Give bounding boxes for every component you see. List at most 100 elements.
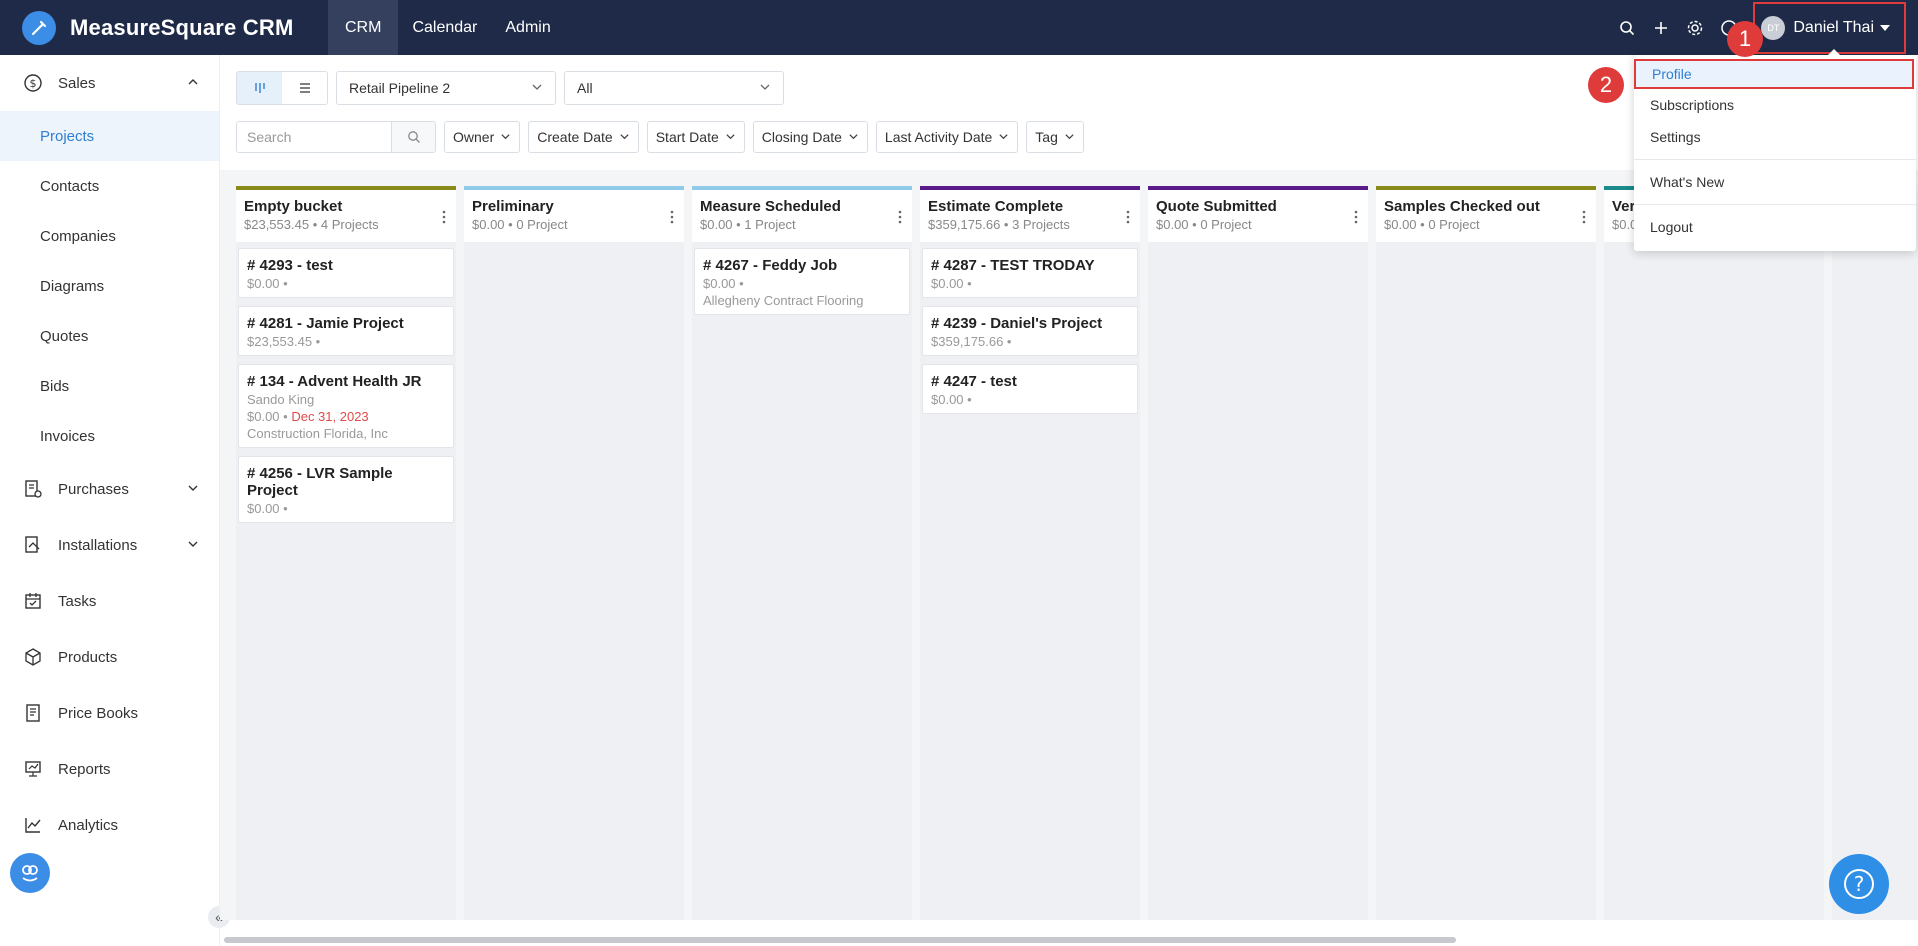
card-company: Construction Florida, Inc (247, 426, 388, 441)
sidebar-item-projects[interactable]: Projects (0, 111, 219, 161)
project-card[interactable]: # 134 - Advent Health JR Sando King $0.0… (238, 364, 454, 448)
sidebar-item-price-books[interactable]: Price Books (0, 685, 219, 741)
column-header[interactable]: Quote Submitted $0.00 • 0 Project (1148, 186, 1368, 242)
svg-text:?: ? (1854, 872, 1865, 896)
filter-closing-date[interactable]: Closing Date (752, 121, 868, 153)
chevron-down-icon (759, 80, 771, 96)
pipeline-select[interactable]: Retail Pipeline 2 (336, 71, 556, 105)
search-icon[interactable] (1617, 18, 1637, 38)
purchase-icon (22, 478, 44, 500)
sidebar-group-installations[interactable]: Installations (0, 517, 219, 573)
search-box (236, 121, 436, 153)
sidebar-item-bids[interactable]: Bids (0, 361, 219, 411)
more-vertical-icon[interactable] (670, 210, 674, 229)
filter-create-date[interactable]: Create Date (528, 121, 639, 153)
document-icon (22, 702, 44, 724)
column-quote-submitted: Quote Submitted $0.00 • 0 Project (1148, 186, 1368, 920)
filter-tag[interactable]: Tag (1026, 121, 1084, 153)
user-dropdown-menu: Profile Subscriptions Settings What's Ne… (1634, 49, 1916, 251)
filter-last-activity-date[interactable]: Last Activity Date (875, 121, 1019, 153)
project-card[interactable]: # 4287 - TEST TRODAY $0.00 • (922, 248, 1138, 298)
more-vertical-icon[interactable] (1126, 210, 1130, 229)
menu-item-settings[interactable]: Settings (1634, 121, 1916, 153)
kanban-board: Empty bucket $23,553.45 • 4 Projects # 4… (220, 170, 1918, 920)
more-vertical-icon[interactable] (442, 210, 446, 229)
filter-start-date[interactable]: Start Date (646, 121, 745, 153)
assistant-bot-icon[interactable] (10, 853, 50, 893)
card-date: Dec 31, 2023 (291, 409, 369, 424)
nav-admin[interactable]: Admin (491, 0, 564, 55)
column-header[interactable]: Samples Checked out $0.00 • 0 Project (1376, 186, 1596, 242)
project-card[interactable]: # 4267 - Feddy Job $0.00 • Allegheny Con… (694, 248, 910, 315)
column-header[interactable]: Empty bucket $23,553.45 • 4 Projects (236, 186, 456, 242)
filter-label: Create Date (537, 129, 613, 145)
card-title: # 4287 - TEST TRODAY (931, 257, 1095, 274)
menu-item-logout[interactable]: Logout (1634, 211, 1916, 243)
scope-select-value: All (577, 80, 593, 96)
project-card[interactable]: # 4247 - test $0.00 • (922, 364, 1138, 414)
list-view-icon[interactable] (282, 72, 327, 104)
column-count: 0 Project (1200, 217, 1252, 232)
user-menu-toggle[interactable]: DT Daniel Thai (1753, 1, 1906, 54)
user-name: Daniel Thai (1793, 18, 1874, 36)
project-card[interactable]: # 4239 - Daniel's Project $359,175.66 • (922, 306, 1138, 356)
filter-label: Last Activity Date (884, 129, 993, 145)
menu-item-whats-new[interactable]: What's New (1634, 166, 1916, 198)
menu-divider (1634, 159, 1916, 160)
column-body: # 4293 - test $0.00 • # 4281 - Jamie Pro… (236, 242, 456, 523)
project-card[interactable]: # 4256 - LVR Sample Project $0.00 • (238, 456, 454, 523)
filter-label: Owner (453, 129, 495, 145)
sidebar-item-products[interactable]: Products (0, 629, 219, 685)
brand-logo-icon (22, 10, 56, 45)
sidebar-item-diagrams[interactable]: Diagrams (0, 261, 219, 311)
gear-icon[interactable] (1685, 18, 1705, 38)
menu-item-profile[interactable]: Profile (1634, 59, 1914, 89)
column-header[interactable]: Estimate Complete $359,175.66 • 3 Projec… (920, 186, 1140, 242)
kanban-view-icon[interactable] (237, 72, 282, 104)
column-samples-checked-out: Samples Checked out $0.00 • 0 Project (1376, 186, 1596, 920)
column-estimate-complete: Estimate Complete $359,175.66 • 3 Projec… (920, 186, 1140, 920)
card-title: # 4293 - test (247, 257, 333, 274)
search-input[interactable] (237, 122, 391, 152)
column-header[interactable]: Measure Scheduled $0.00 • 1 Project (692, 186, 912, 242)
column-body: # 4267 - Feddy Job $0.00 • Allegheny Con… (692, 242, 912, 315)
project-card[interactable]: # 4281 - Jamie Project $23,553.45 • (238, 306, 454, 356)
sidebar-item-contacts[interactable]: Contacts (0, 161, 219, 211)
sidebar-item-reports[interactable]: Reports (0, 741, 219, 797)
top-right-tools: DT Daniel Thai (1617, 0, 1918, 55)
chevron-down-icon (187, 537, 199, 554)
menu-item-subscriptions[interactable]: Subscriptions (1634, 89, 1916, 121)
filter-label: Closing Date (761, 129, 842, 145)
column-header[interactable]: Preliminary $0.00 • 0 Project (464, 186, 684, 242)
search-icon[interactable] (391, 122, 435, 152)
help-question-icon[interactable]: ? (1829, 854, 1889, 914)
column-title: Measure Scheduled (700, 198, 841, 215)
nav-calendar[interactable]: Calendar (398, 0, 491, 55)
card-title: # 4239 - Daniel's Project (931, 315, 1103, 332)
chevron-down-icon (725, 129, 736, 145)
brand[interactable]: MeasureSquare CRM (0, 10, 328, 45)
filter-owner[interactable]: Owner (444, 121, 521, 153)
horizontal-scrollbar[interactable] (224, 937, 1456, 943)
sidebar-group-purchases[interactable]: Purchases (0, 461, 219, 517)
box-icon (22, 646, 44, 668)
more-vertical-icon[interactable] (1582, 210, 1586, 229)
column-title: Samples Checked out (1384, 198, 1540, 215)
card-line: $0.00 • (931, 276, 972, 291)
view-toggle (236, 71, 328, 105)
card-title: # 4267 - Feddy Job (703, 257, 838, 274)
nav-crm[interactable]: CRM (328, 0, 399, 55)
sidebar-item-quotes[interactable]: Quotes (0, 311, 219, 361)
sidebar-item-tasks[interactable]: Tasks (0, 573, 219, 629)
plus-icon[interactable] (1651, 18, 1671, 38)
scope-select[interactable]: All (564, 71, 784, 105)
sidebar-item-analytics[interactable]: Analytics (0, 797, 219, 853)
sidebar-item-invoices[interactable]: Invoices (0, 411, 219, 461)
column-offscreen (1832, 186, 1918, 920)
sidebar-group-sales[interactable]: $ Sales (0, 55, 219, 111)
chevron-up-icon (187, 75, 199, 92)
more-vertical-icon[interactable] (1354, 210, 1358, 229)
more-vertical-icon[interactable] (898, 210, 902, 229)
sidebar-item-companies[interactable]: Companies (0, 211, 219, 261)
project-card[interactable]: # 4293 - test $0.00 • (238, 248, 454, 298)
